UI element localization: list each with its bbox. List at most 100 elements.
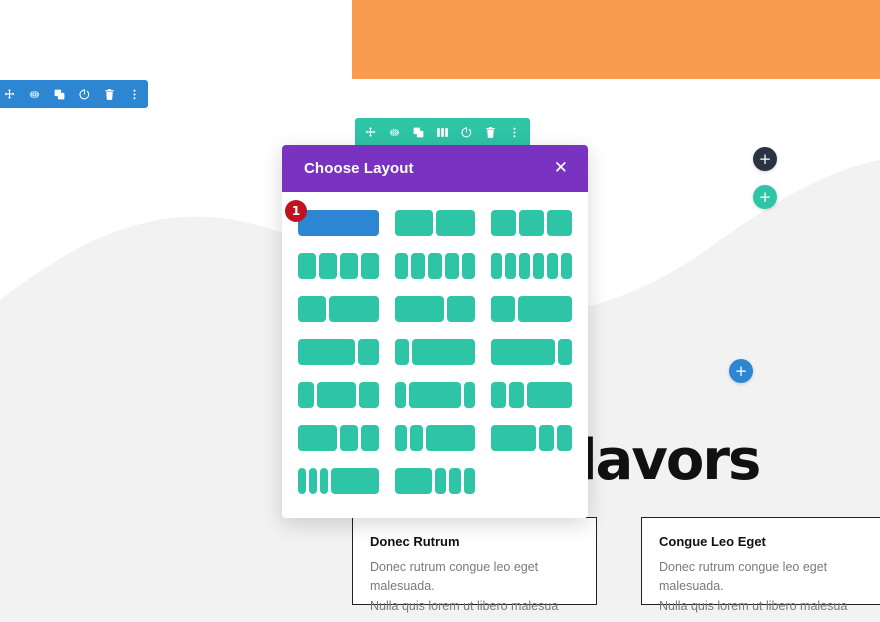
layout-column [360,425,379,451]
power-icon[interactable] [77,87,92,102]
layout-column [339,425,358,451]
layout-3-col[interactable] [491,210,572,236]
layout-column [491,253,503,279]
add-row-teal-button[interactable]: + [753,185,777,209]
layout-column [394,296,445,322]
layout-sixth-sixth-sixth-half[interactable] [298,468,379,494]
layout-column [319,468,328,494]
layout-column [509,382,525,408]
layout-column [557,425,572,451]
layout-quarter-half-quarter[interactable] [298,382,379,408]
row-toolbar[interactable] [355,118,530,146]
layout-1-col[interactable]: 1 [285,200,379,236]
layout-quarter-quarter-half-b[interactable] [394,425,476,451]
add-section-blue-button[interactable]: + [729,359,753,383]
layout-column [491,382,507,408]
layout-column [519,253,531,279]
orange-banner-block [352,0,880,79]
layout-quarter-threequarters[interactable] [491,296,572,322]
layout-column [317,382,357,408]
layout-column [394,425,408,451]
layout-column [330,468,379,494]
layout-6-col[interactable] [491,253,572,279]
layout-column [491,425,537,451]
layout-column [357,339,379,365]
blurb-line-1: Donec rutrum congue leo eget malesuada. [370,560,539,594]
layout-fifth-threefifths-fifth[interactable] [394,382,476,408]
layout-half-quarter-quarter-b[interactable] [491,425,572,451]
layout-threequarters-quarter[interactable] [298,339,379,365]
layout-column [463,468,476,494]
move-icon[interactable] [2,87,17,102]
blurb-congue-leo-eget: Congue Leo Eget Donec rutrum congue leo … [641,517,880,613]
layout-column [434,468,447,494]
layout-column [394,253,409,279]
layout-half-sixth-sixth-sixth[interactable] [394,468,476,494]
modal-title: Choose Layout [304,160,414,177]
more-vertical-icon[interactable] [507,125,522,140]
layout-column [298,296,326,322]
layout-column [539,425,555,451]
layout-4-col[interactable] [298,253,379,279]
choose-layout-modal: Choose Layout ✕ 1 [282,145,588,518]
selected-layout-badge: 1 [285,200,307,222]
layout-column [519,210,545,236]
layout-column [411,339,476,365]
layout-column [328,296,379,322]
layout-column [444,253,459,279]
layout-threequarters-quarter-b[interactable] [491,339,572,365]
more-vertical-icon[interactable] [127,87,142,102]
layout-column [318,253,337,279]
layout-column [411,253,426,279]
move-icon[interactable] [363,125,378,140]
layout-column [491,210,517,236]
add-section-dark-button[interactable]: + [753,147,777,171]
layout-column [517,296,572,322]
layout-options-grid: 1 [285,200,572,494]
gear-icon[interactable] [387,125,402,140]
layout-column [547,210,572,236]
power-icon[interactable] [459,125,474,140]
layout-column [547,253,559,279]
layout-column [527,382,572,408]
layout-column [394,210,434,236]
layout-column [491,339,555,365]
layout-third-twothirds[interactable] [298,296,379,322]
blurb-line-2: Nulla quis lorem ut libero malesua [659,598,848,613]
layout-column [359,382,379,408]
section-toolbar[interactable] [0,80,148,108]
columns-icon[interactable] [435,125,450,140]
layout-column [298,468,306,494]
layout-column [561,253,572,279]
layout-column [428,253,442,279]
layout-column [447,296,476,322]
blurb-donec-rutrum: Donec Rutrum Donec rutrum congue leo ege… [352,517,597,613]
layout-quarter-quarter-half[interactable] [491,382,572,408]
layout-grid-spacer [491,468,572,494]
blurb-title: Donec Rutrum [370,534,460,549]
layout-quarter-threequarters-b[interactable] [394,339,476,365]
layout-column [394,468,432,494]
blurb-line-2: Nulla quis lorem ut libero malesua [370,598,559,613]
gear-icon[interactable] [27,87,42,102]
modal-header: Choose Layout ✕ [282,145,588,192]
layout-column [298,210,379,236]
close-icon[interactable]: ✕ [554,160,568,177]
layout-column [436,210,476,236]
duplicate-icon[interactable] [52,87,67,102]
layout-column [461,253,476,279]
plus-icon: + [734,361,748,380]
layout-5-col[interactable] [394,253,476,279]
layout-column [308,468,317,494]
trash-icon[interactable] [483,125,498,140]
layout-2-col[interactable] [394,210,476,236]
layout-twothirds-third[interactable] [394,296,476,322]
layout-column [339,253,358,279]
layout-column [533,253,545,279]
page-canvas: flavors + + + Choose Layout ✕ 1 Donec Ru… [0,0,880,622]
duplicate-icon[interactable] [411,125,426,140]
layout-half-quarter-quarter[interactable] [298,425,379,451]
plus-icon: + [758,187,772,206]
layout-column [464,382,476,408]
trash-icon[interactable] [102,87,117,102]
